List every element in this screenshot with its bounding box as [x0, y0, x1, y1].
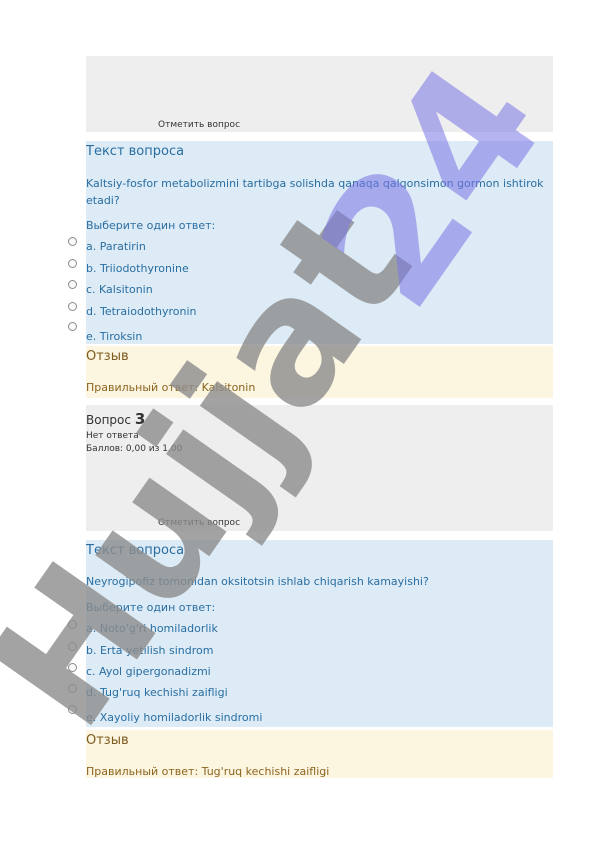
question-number-value: 3 — [134, 410, 146, 428]
feedback-box: Отзыв Правильный ответ: Tug'ruq kechishi… — [86, 730, 553, 778]
answer-radio-a[interactable] — [68, 237, 77, 246]
answer-option-b[interactable]: b. Erta yetilish sindrom — [86, 644, 213, 657]
answer-radio-e[interactable] — [68, 322, 77, 331]
answer-option-d[interactable]: d. Tug'ruq kechishi zaifligi — [86, 686, 228, 699]
correct-answer-text: Правильный ответ: Kalsitonin — [86, 381, 256, 394]
answer-radio-c[interactable] — [68, 663, 77, 672]
answer-option-c[interactable]: c. Kalsitonin — [86, 283, 153, 296]
answer-option-e[interactable]: e. Xayoliy homiladorlik sindromi — [86, 711, 262, 724]
answer-option-d[interactable]: d. Tetraiodothyronin — [86, 305, 196, 318]
answer-option-e[interactable]: e. Tiroksin — [86, 330, 142, 343]
feedback-box: Отзыв Правильный ответ: Kalsitonin — [86, 346, 553, 398]
answer-option-b[interactable]: b. Triiodothyronine — [86, 262, 189, 275]
flag-question-link[interactable]: Отметить вопрос — [158, 518, 240, 528]
question-text-heading: Текст вопроса — [86, 543, 185, 558]
flag-question-link[interactable]: Отметить вопрос — [158, 120, 240, 130]
answer-radio-b[interactable] — [68, 259, 77, 268]
answer-option-c[interactable]: c. Ayol gipergonadizmi — [86, 665, 211, 678]
answer-prompt: Выберите один ответ: — [86, 601, 216, 614]
answer-radio-c[interactable] — [68, 280, 77, 289]
question-formulation: Текст вопроса Kaltsiy-fosfor metabolizmi… — [86, 141, 553, 344]
answer-radio-b[interactable] — [68, 642, 77, 651]
feedback-heading: Отзыв — [86, 349, 129, 364]
question-text: Neyrogipofiz tomonidan oksitotsin ishlab… — [86, 575, 429, 588]
question-formulation: Текст вопроса Neyrogipofiz tomonidan oks… — [86, 540, 553, 727]
question-number: Вопрос 3 — [86, 410, 145, 428]
question-text-heading: Текст вопроса — [86, 144, 185, 159]
answer-option-a[interactable]: a. Noto'g'ri homiladorlik — [86, 622, 218, 635]
feedback-heading: Отзыв — [86, 733, 129, 748]
answer-radio-d[interactable] — [68, 302, 77, 311]
answer-radio-d[interactable] — [68, 684, 77, 693]
question-label: Вопрос — [86, 413, 131, 427]
question-text: Kaltsiy-fosfor metabolizmini tartibga so… — [86, 177, 544, 207]
question-info-box: Вопрос 3 Нет ответа Баллов: 0,00 из 1,00… — [86, 405, 553, 531]
question-state: Нет ответа — [86, 431, 139, 441]
answer-prompt: Выберите один ответ: — [86, 219, 216, 232]
question-grade: Баллов: 0,00 из 1,00 — [86, 444, 183, 454]
question-info-box: Отметить вопрос — [86, 56, 553, 132]
answer-radio-e[interactable] — [68, 705, 77, 714]
correct-answer-text: Правильный ответ: Tug'ruq kechishi zaifl… — [86, 765, 330, 778]
answer-option-a[interactable]: a. Paratirin — [86, 240, 146, 253]
answer-radio-a[interactable] — [68, 620, 77, 629]
